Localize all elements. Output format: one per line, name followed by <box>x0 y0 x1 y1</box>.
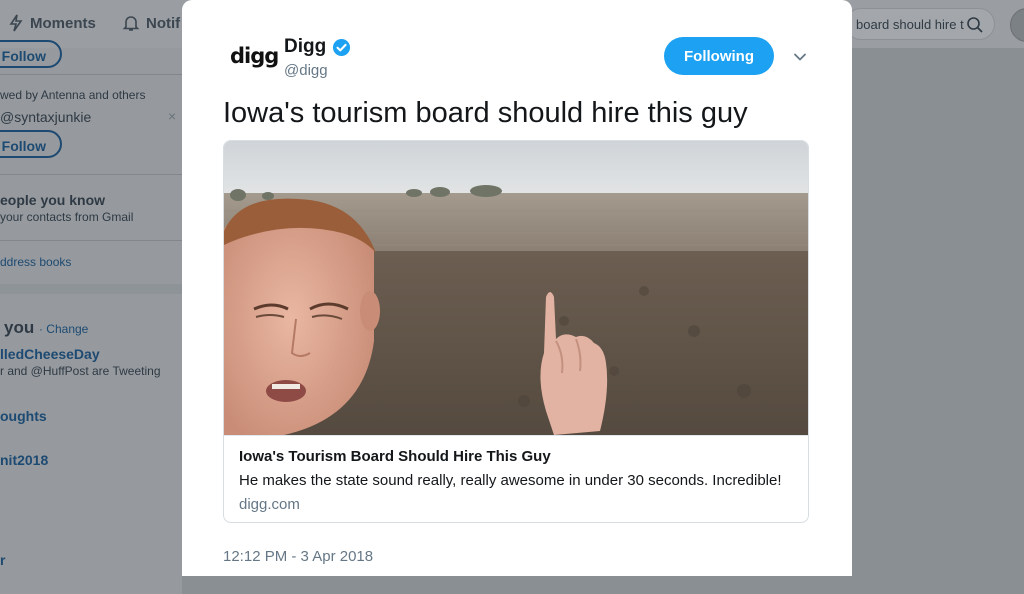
trend-item[interactable]: lledCheeseDay <box>0 346 100 362</box>
trend-item[interactable]: nit2018 <box>0 452 48 468</box>
verified-badge-icon <box>333 38 351 56</box>
trend-subtitle: r and @HuffPost are Tweeting <box>0 364 161 378</box>
divider <box>0 240 182 241</box>
bell-icon <box>122 16 140 31</box>
search-icon[interactable] <box>966 9 984 40</box>
chevron-down-icon[interactable] <box>792 49 808 65</box>
trends-panel: you · Change lledCheeseDay r and @HuffPo… <box>0 294 182 594</box>
moments-label: Moments <box>30 14 96 32</box>
notifications-label: Notif <box>146 14 181 32</box>
link-card-domain[interactable]: digg.com <box>239 496 300 513</box>
tweet-text: Iowa's tourism board should hire this gu… <box>223 97 748 129</box>
lightning-icon <box>9 14 23 32</box>
divider <box>0 174 182 175</box>
digg-logo[interactable]: digg <box>230 44 279 68</box>
followed-by-text: wed by Antenna and others <box>0 88 146 102</box>
follow-button-1[interactable]: Follow <box>0 40 62 68</box>
dismiss-icon[interactable]: × <box>168 108 176 124</box>
author-name-row[interactable]: Digg <box>284 36 351 58</box>
tweet-modal: digg Digg @digg Following Iowa's tourism… <box>182 0 852 576</box>
moments-nav[interactable]: Moments <box>8 14 96 32</box>
trend-item[interactable]: r <box>0 552 5 568</box>
link-card-description: He makes the state sound really, really … <box>239 472 782 489</box>
divider <box>0 74 182 75</box>
background-sidebar: Follow wed by Antenna and others @syntax… <box>0 40 182 594</box>
author-name[interactable]: Digg <box>284 36 326 58</box>
trend-item[interactable]: oughts <box>0 408 47 424</box>
tweet-timestamp[interactable]: 12:12 PM - 3 Apr 2018 <box>223 548 373 565</box>
suggested-handle[interactable]: @syntaxjunkie <box>0 109 91 125</box>
trends-title: you · Change <box>4 318 89 337</box>
find-people-subtitle: your contacts from Gmail <box>0 210 134 224</box>
follow-button-2[interactable]: Follow <box>0 130 62 158</box>
notifications-nav[interactable]: Notif <box>122 14 180 32</box>
preview-image[interactable] <box>224 141 808 435</box>
who-to-follow-panel: Follow wed by Antenna and others @syntax… <box>0 40 182 284</box>
author-handle[interactable]: @digg <box>284 62 328 79</box>
following-button[interactable]: Following <box>664 37 774 75</box>
link-preview-card[interactable]: Iowa's Tourism Board Should Hire This Gu… <box>223 140 809 523</box>
trends-change-link[interactable]: · Change <box>39 322 88 336</box>
address-books-link[interactable]: ddress books <box>0 255 71 269</box>
avatar[interactable] <box>1010 8 1024 42</box>
link-card-body[interactable]: Iowa's Tourism Board Should Hire This Gu… <box>224 435 808 522</box>
search-input[interactable]: board should hire t <box>845 8 995 40</box>
find-people-title[interactable]: eople you know <box>0 192 105 208</box>
search-value: board should hire t <box>856 17 964 32</box>
link-card-title[interactable]: Iowa's Tourism Board Should Hire This Gu… <box>239 448 551 465</box>
